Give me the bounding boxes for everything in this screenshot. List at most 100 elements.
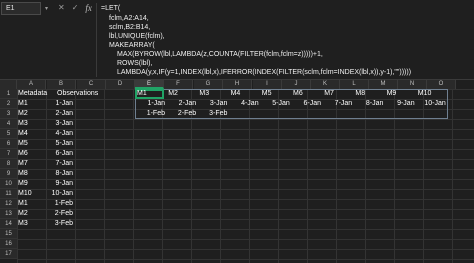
column-header-e[interactable]: E bbox=[135, 80, 164, 89]
observation-cell[interactable]: 7-Jan bbox=[47, 159, 73, 169]
formula-line: lbl,UNIQUE(fclm), bbox=[109, 33, 165, 40]
metadata-cell[interactable]: M3 bbox=[18, 219, 46, 229]
row-header-8[interactable]: 8 bbox=[0, 159, 17, 169]
spill-label-cell[interactable]: M3 bbox=[199, 89, 227, 99]
column-header-o[interactable]: O bbox=[427, 80, 456, 89]
row-header-12[interactable]: 12 bbox=[0, 199, 17, 209]
spill-value-cell[interactable]: 6-Jan bbox=[291, 99, 321, 109]
column-header-l[interactable]: L bbox=[340, 80, 369, 89]
spill-value-cell[interactable]: 4-Jan bbox=[229, 99, 259, 109]
cell-a1[interactable]: Metadata bbox=[18, 89, 48, 99]
formula-bar: E1 ▾ ✕ ✓ fx =LET( fclm,A2:A14, sclm,B2:B… bbox=[0, 0, 474, 80]
row-header-17[interactable]: 17 bbox=[0, 249, 17, 259]
enter-icon[interactable]: ✓ bbox=[72, 3, 79, 13]
observation-cell[interactable]: 9-Jan bbox=[47, 179, 73, 189]
formula-buttons: ✕ ✓ fx bbox=[58, 3, 92, 13]
row-header-13[interactable]: 13 bbox=[0, 209, 17, 219]
column-header-n[interactable]: N bbox=[398, 80, 427, 89]
name-box[interactable]: E1 bbox=[1, 2, 41, 15]
cell-b1[interactable]: Observations bbox=[57, 89, 117, 99]
row-header-4[interactable]: 4 bbox=[0, 119, 17, 129]
row-header-11[interactable]: 11 bbox=[0, 189, 17, 199]
observation-cell[interactable]: 2-Jan bbox=[47, 109, 73, 119]
column-header-j[interactable]: J bbox=[282, 80, 311, 89]
column-header-k[interactable]: K bbox=[311, 80, 340, 89]
spill-value-cell[interactable]: 2-Feb bbox=[166, 109, 196, 119]
metadata-cell[interactable]: M3 bbox=[18, 119, 46, 129]
spill-value-cell[interactable]: 9-Jan bbox=[385, 99, 415, 109]
row-header-15[interactable]: 15 bbox=[0, 229, 17, 239]
row-header-14[interactable]: 14 bbox=[0, 219, 17, 229]
metadata-cell[interactable]: M1 bbox=[18, 99, 46, 109]
spill-label-cell[interactable]: M9 bbox=[387, 89, 415, 99]
row-header-7[interactable]: 7 bbox=[0, 149, 17, 159]
column-header-b[interactable]: B bbox=[47, 80, 76, 89]
column-header-g[interactable]: G bbox=[194, 80, 223, 89]
spill-value-cell[interactable]: 7-Jan bbox=[322, 99, 353, 109]
observation-cell[interactable]: 1-Feb bbox=[47, 199, 73, 209]
observation-cell[interactable]: 5-Jan bbox=[47, 139, 73, 149]
row-header-6[interactable]: 6 bbox=[0, 139, 17, 149]
row-header-1[interactable]: 1 bbox=[0, 89, 17, 99]
row-header-2[interactable]: 2 bbox=[0, 99, 17, 109]
spill-label-cell[interactable]: M6 bbox=[293, 89, 321, 99]
metadata-cell[interactable]: M5 bbox=[18, 139, 46, 149]
spill-label-cell[interactable]: M2 bbox=[168, 89, 196, 99]
cancel-icon[interactable]: ✕ bbox=[58, 3, 65, 13]
column-header-h[interactable]: H bbox=[223, 80, 252, 89]
column-header-i[interactable]: I bbox=[253, 80, 282, 89]
formula-line: sclm,B2:B14, bbox=[109, 24, 151, 31]
spill-value-cell[interactable]: 3-Jan bbox=[197, 99, 228, 109]
row-header-5[interactable]: 5 bbox=[0, 129, 17, 139]
column-header-c[interactable]: C bbox=[77, 80, 106, 89]
row-header-9[interactable]: 9 bbox=[0, 169, 17, 179]
formula-line: ROWS(lbl), bbox=[117, 60, 153, 67]
metadata-cell[interactable]: M2 bbox=[18, 109, 46, 119]
observation-cell[interactable]: 8-Jan bbox=[47, 169, 73, 179]
metadata-cell[interactable]: M10 bbox=[18, 189, 46, 199]
metadata-cell[interactable]: M9 bbox=[18, 179, 46, 189]
observation-cell[interactable]: 3-Jan bbox=[47, 119, 73, 129]
observation-cell[interactable]: 6-Jan bbox=[47, 149, 73, 159]
column-header-d[interactable]: D bbox=[106, 80, 135, 89]
spill-value-cell[interactable]: 10-Jan bbox=[416, 99, 445, 109]
column-header-m[interactable]: M bbox=[369, 80, 398, 89]
spill-label-cell[interactable]: M10 bbox=[418, 89, 446, 99]
spill-value-cell[interactable]: 3-Feb bbox=[197, 109, 227, 119]
row-header-10[interactable]: 10 bbox=[0, 179, 17, 189]
spill-label-cell[interactable]: M4 bbox=[231, 89, 259, 99]
name-box-dropdown-icon[interactable]: ▾ bbox=[45, 5, 48, 12]
spill-label-cell[interactable]: M8 bbox=[355, 89, 383, 99]
observation-cell[interactable]: 2-Feb bbox=[47, 209, 73, 219]
metadata-cell[interactable]: M7 bbox=[18, 159, 46, 169]
spill-label-cell[interactable]: M1 bbox=[137, 89, 165, 99]
formula-line: MAKEARRAY( bbox=[109, 42, 155, 49]
metadata-cell[interactable]: M4 bbox=[18, 129, 46, 139]
spill-label-cell[interactable]: M7 bbox=[324, 89, 352, 99]
insert-function-icon[interactable]: fx bbox=[85, 3, 92, 13]
formula-line: MAX(BYROW(lbl,LAMBDA(z,COUNTA(FILTER(fcl… bbox=[117, 51, 323, 58]
spill-value-cell[interactable]: 5-Jan bbox=[260, 99, 290, 109]
column-header-f[interactable]: F bbox=[164, 80, 193, 89]
formula-line: LAMBDA(y,x,IF(y=1,INDEX(lbl,x),IFERROR(I… bbox=[117, 69, 412, 76]
spill-value-cell[interactable]: 1-Jan bbox=[135, 99, 165, 109]
column-header-a[interactable]: A bbox=[17, 80, 46, 89]
metadata-cell[interactable]: M2 bbox=[18, 209, 46, 219]
formula-line: fclm,A2:A14, bbox=[109, 15, 149, 22]
spill-value-cell[interactable]: 2-Jan bbox=[166, 99, 197, 109]
observation-cell[interactable]: 10-Jan bbox=[47, 189, 73, 199]
select-all-corner[interactable] bbox=[0, 80, 17, 89]
spill-value-cell[interactable]: 1-Feb bbox=[135, 109, 165, 119]
metadata-cell[interactable]: M6 bbox=[18, 149, 46, 159]
formula-input[interactable]: =LET( fclm,A2:A14, sclm,B2:B14, lbl,UNIQ… bbox=[96, 3, 473, 77]
row-header-16[interactable]: 16 bbox=[0, 239, 17, 249]
spill-label-cell[interactable]: M5 bbox=[262, 89, 290, 99]
observation-cell[interactable]: 4-Jan bbox=[47, 129, 73, 139]
formula-line: =LET( bbox=[101, 5, 121, 12]
spill-value-cell[interactable]: 8-Jan bbox=[353, 99, 384, 109]
row-header-3[interactable]: 3 bbox=[0, 109, 17, 119]
observation-cell[interactable]: 3-Feb bbox=[47, 219, 73, 229]
observation-cell[interactable]: 1-Jan bbox=[47, 99, 73, 109]
metadata-cell[interactable]: M8 bbox=[18, 169, 46, 179]
metadata-cell[interactable]: M1 bbox=[18, 199, 46, 209]
